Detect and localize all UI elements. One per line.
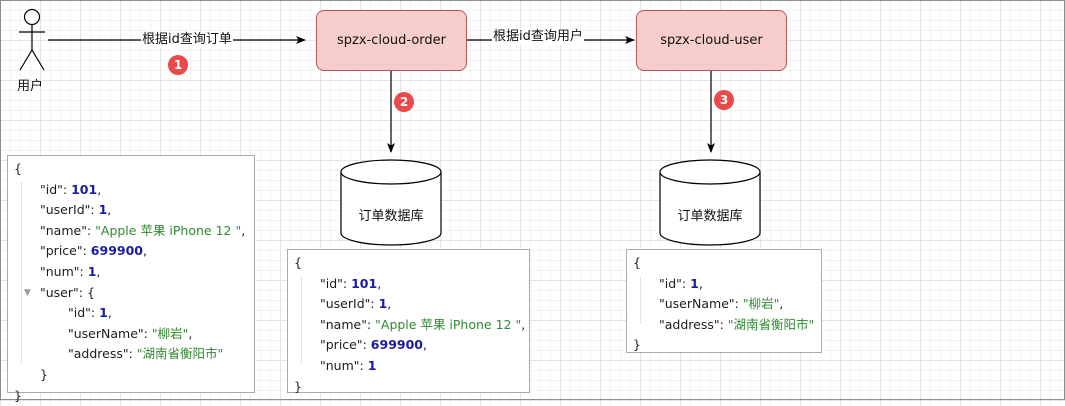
json-line: "name": "Apple 苹果 iPhone 12 ", — [40, 222, 246, 238]
json-line: "num": 1 — [320, 357, 377, 373]
json-line: "id": 1, — [659, 275, 703, 291]
json-line: { — [14, 161, 22, 176]
json-line: "price": 699900, — [40, 243, 147, 259]
json-order-with-user-box: { "id": 101, "userId": 1, "name": "Apple… — [7, 155, 255, 403]
json-line: "userName": "柳岩", — [659, 296, 784, 312]
json-line: } — [40, 366, 48, 382]
json-line: "userName": "柳岩", — [68, 325, 193, 341]
json-line: "userId": 1, — [40, 202, 112, 218]
service-order-label: spzx-cloud-order — [336, 33, 447, 48]
json-line: } — [14, 387, 22, 403]
json-line: { — [633, 255, 641, 270]
json-line: ▼ "user": { — [14, 283, 248, 304]
service-user[interactable]: spzx-cloud-user — [636, 10, 787, 71]
step-badge-2: 2 — [394, 92, 414, 112]
json-line: "address": "湖南省衡阳市" — [659, 316, 815, 332]
order-db-cylinder — [340, 159, 442, 246]
json-line: "id": 101, — [320, 275, 382, 291]
service-order[interactable]: spzx-cloud-order — [316, 10, 467, 71]
user-actor-label: 用户 — [17, 79, 44, 94]
json-line: "price": 699900, — [320, 337, 427, 353]
edge-label-query-user: 根据id查询用户 — [492, 29, 584, 45]
json-line: "address": "湖南省衡阳市" — [68, 346, 224, 362]
json-line: } — [294, 378, 302, 394]
user-db-label: 订单数据库 — [677, 209, 743, 224]
user-db-cylinder — [659, 159, 761, 246]
json-line: "userId": 1, — [320, 296, 392, 312]
json-line: { — [294, 255, 302, 270]
json-line: "id": 101, — [40, 181, 102, 197]
edge-label-query-order: 根据id查询订单 — [141, 32, 233, 48]
service-user-label: spzx-cloud-user — [660, 33, 763, 48]
json-line: } — [633, 337, 641, 353]
json-order-box: { "id": 101, "userId": 1, "name": "Apple… — [287, 249, 530, 394]
json-user-box: { "id": 1, "userName": "柳岩", "address": … — [626, 249, 822, 353]
json-line: "num": 1, — [40, 263, 101, 279]
user-actor-icon — [19, 8, 45, 71]
step-badge-3: 3 — [714, 90, 734, 110]
step-badge-1: 1 — [168, 55, 188, 75]
order-db-label: 订单数据库 — [358, 209, 424, 224]
json-line: "name": "Apple 苹果 iPhone 12 ", — [320, 316, 526, 332]
collapse-triangle-icon[interactable]: ▼ — [24, 283, 31, 304]
json-line: "id": 1, — [68, 305, 112, 321]
